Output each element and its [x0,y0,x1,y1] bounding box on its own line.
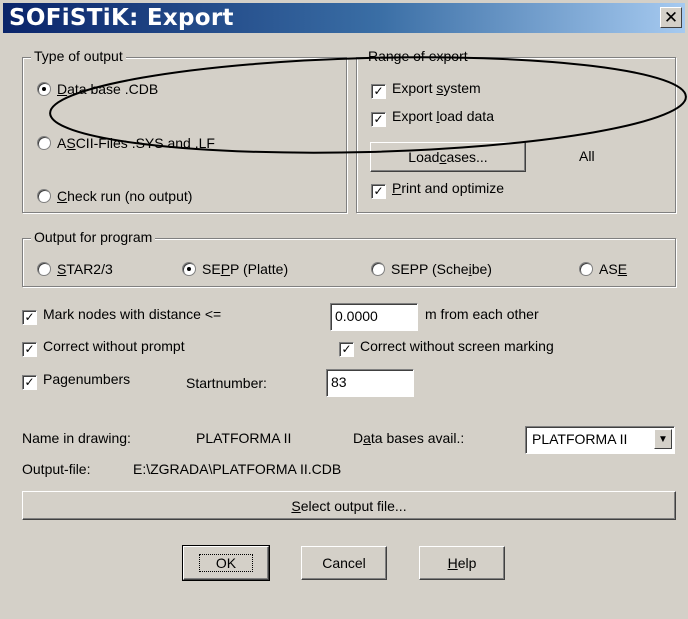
close-icon[interactable]: ✕ [660,7,682,28]
help-button[interactable]: Help [419,546,505,580]
output-for-program-group: Output for program [22,229,676,287]
radio-database-cdb[interactable]: Data base .CDB [37,81,158,97]
ok-button[interactable]: OK [182,545,270,581]
checkbox-correct-without-prompt[interactable]: ✓ Correct without prompt [22,338,185,357]
radio-icon [37,82,51,96]
radio-check-run[interactable]: Check run (no output) [37,188,192,204]
radio-ase[interactable]: ASE [579,261,627,277]
output-file-value: E:\ZGRADA\PLATFORMA II.CDB [133,461,342,477]
checkbox-export-system[interactable]: ✓ Export system [371,80,481,99]
radio-icon [371,262,385,276]
export-dialog: SOFiSTiK: Export ✕ Type of output Data b… [0,0,688,619]
radio-star2-3[interactable]: STAR2/3 [37,261,113,277]
check-icon: ✓ [22,310,37,325]
radio-sepp-scheibe[interactable]: SEPP (Scheibe) [371,261,492,277]
range-of-export-label: Range of export [365,48,471,64]
radio-sepp-platte[interactable]: SEPP (Platte) [182,261,288,277]
name-in-drawing-value: PLATFORMA II [196,430,292,446]
chevron-down-icon[interactable]: ▼ [654,429,672,449]
checkbox-pagenumbers[interactable]: ✓ Pagenumbers [22,371,130,390]
name-in-drawing-label: Name in drawing: [22,430,131,446]
check-icon: ✓ [371,184,386,199]
distance-input[interactable]: 0.0000 [330,303,418,331]
checkbox-export-load-data[interactable]: ✓ Export load data [371,108,494,127]
select-output-file-button[interactable]: Select output file... [22,491,676,520]
startnumber-label: Startnumber: [186,375,267,391]
load-cases-value: All [579,148,595,164]
window-title: SOFiSTiK: Export [9,5,234,31]
type-of-output-label: Type of output [31,48,126,64]
radio-icon [579,262,593,276]
radio-icon [37,189,51,203]
checkbox-correct-without-marking[interactable]: ✓ Correct without screen marking [339,338,554,357]
check-icon: ✓ [339,342,354,357]
check-icon: ✓ [371,112,386,127]
check-icon: ✓ [22,375,37,390]
radio-icon [182,262,196,276]
output-for-program-label: Output for program [31,229,156,245]
radio-icon [37,136,51,150]
checkbox-print-optimize[interactable]: ✓ Print and optimize [371,180,504,199]
distance-suffix: m from each other [425,306,539,322]
output-file-label: Output-file: [22,461,91,477]
cancel-button[interactable]: Cancel [301,546,387,580]
data-bases-selected: PLATFORMA II [532,431,628,447]
title-bar: SOFiSTiK: Export ✕ [3,3,685,33]
startnumber-input[interactable]: 83 [326,369,414,397]
radio-icon [37,262,51,276]
check-icon: ✓ [22,342,37,357]
data-bases-label: Data bases avail.: [353,430,465,446]
checkbox-mark-nodes[interactable]: ✓ Mark nodes with distance <= [22,306,221,325]
data-bases-select[interactable]: PLATFORMA II ▼ [525,426,675,454]
radio-ascii-files[interactable]: ASCII-Files .SYS and .LF [37,135,215,151]
load-cases-button[interactable]: Load c ases... [370,142,526,172]
check-icon: ✓ [371,84,386,99]
